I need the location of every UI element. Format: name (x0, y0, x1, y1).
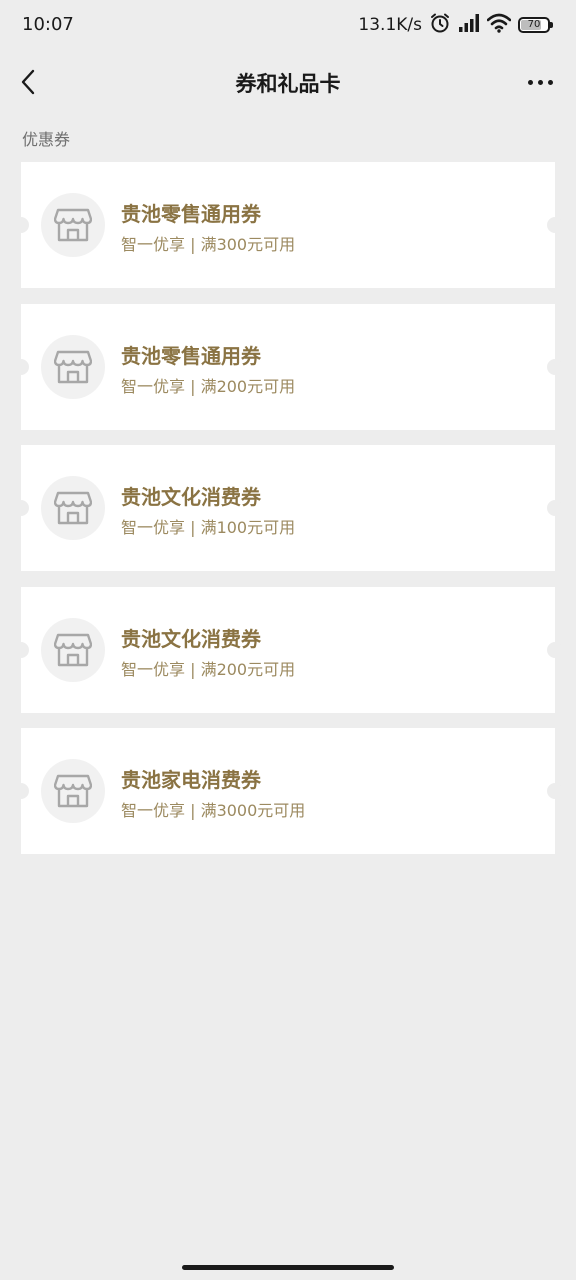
store-icon (41, 759, 105, 823)
coupon-card[interactable]: 贵池零售通用券 智一优享 | 满300元可用 (13, 162, 563, 288)
ticket-notch (13, 783, 29, 799)
nav-bar: 券和礼品卡 (0, 52, 576, 112)
ticket-notch (547, 217, 563, 233)
section-label-coupons: 优惠券 (22, 130, 71, 149)
status-icons: 13.1K/s 70 (358, 12, 553, 38)
coupon-description: 智一优享 | 满100元可用 (121, 518, 296, 537)
ticket-notch (13, 641, 29, 658)
ticket-notch (13, 500, 29, 516)
coupon-title: 贵池零售通用券 (121, 343, 261, 368)
coupon-title: 贵池文化消费券 (121, 626, 261, 651)
coupon-card[interactable]: 贵池零售通用券 智一优享 | 满200元可用 (13, 303, 563, 430)
store-icon (41, 476, 105, 540)
ticket-notch (13, 217, 29, 233)
alarm-icon (429, 12, 451, 38)
coupon-description: 智一优享 | 满200元可用 (121, 659, 296, 679)
coupon-card[interactable]: 贵池家电消费券 智一优享 | 满3000元可用 (13, 728, 563, 854)
ticket-notch (547, 500, 563, 516)
coupon-card[interactable]: 贵池文化消费券 智一优享 | 满200元可用 (13, 586, 563, 713)
status-time: 10:07 (22, 14, 74, 35)
battery-percent: 70 (527, 19, 541, 30)
more-options-button[interactable] (522, 66, 558, 98)
coupon-title: 贵池零售通用券 (121, 202, 261, 226)
coupon-card[interactable]: 贵池文化消费券 智一优享 | 满100元可用 (13, 445, 563, 571)
coupon-title: 贵池文化消费券 (121, 485, 261, 509)
coupon-description: 智一优享 | 满200元可用 (121, 376, 296, 396)
store-icon (41, 193, 105, 257)
coupon-description: 智一优享 | 满3000元可用 (121, 801, 306, 820)
home-indicator[interactable] (182, 1265, 394, 1270)
coupon-list: 贵池零售通用券 智一优享 | 满300元可用 贵池零售通用券 智一优享 | 满2… (13, 162, 563, 870)
ticket-notch (13, 358, 29, 375)
ticket-notch (547, 783, 563, 799)
more-dots-icon (527, 79, 533, 85)
wifi-icon (486, 13, 512, 37)
ticket-notch (547, 358, 563, 375)
status-bar: 10:07 13.1K/s 70 (0, 0, 576, 50)
battery-icon: 70 (518, 17, 553, 33)
store-icon (41, 334, 105, 399)
network-speed: 13.1K/s (358, 15, 422, 35)
signal-icon (458, 13, 480, 37)
coupon-title: 贵池家电消费券 (121, 768, 261, 792)
coupon-description: 智一优享 | 满300元可用 (121, 235, 296, 254)
page-title: 券和礼品卡 (235, 72, 341, 96)
store-icon (41, 617, 105, 682)
ticket-notch (547, 641, 563, 658)
